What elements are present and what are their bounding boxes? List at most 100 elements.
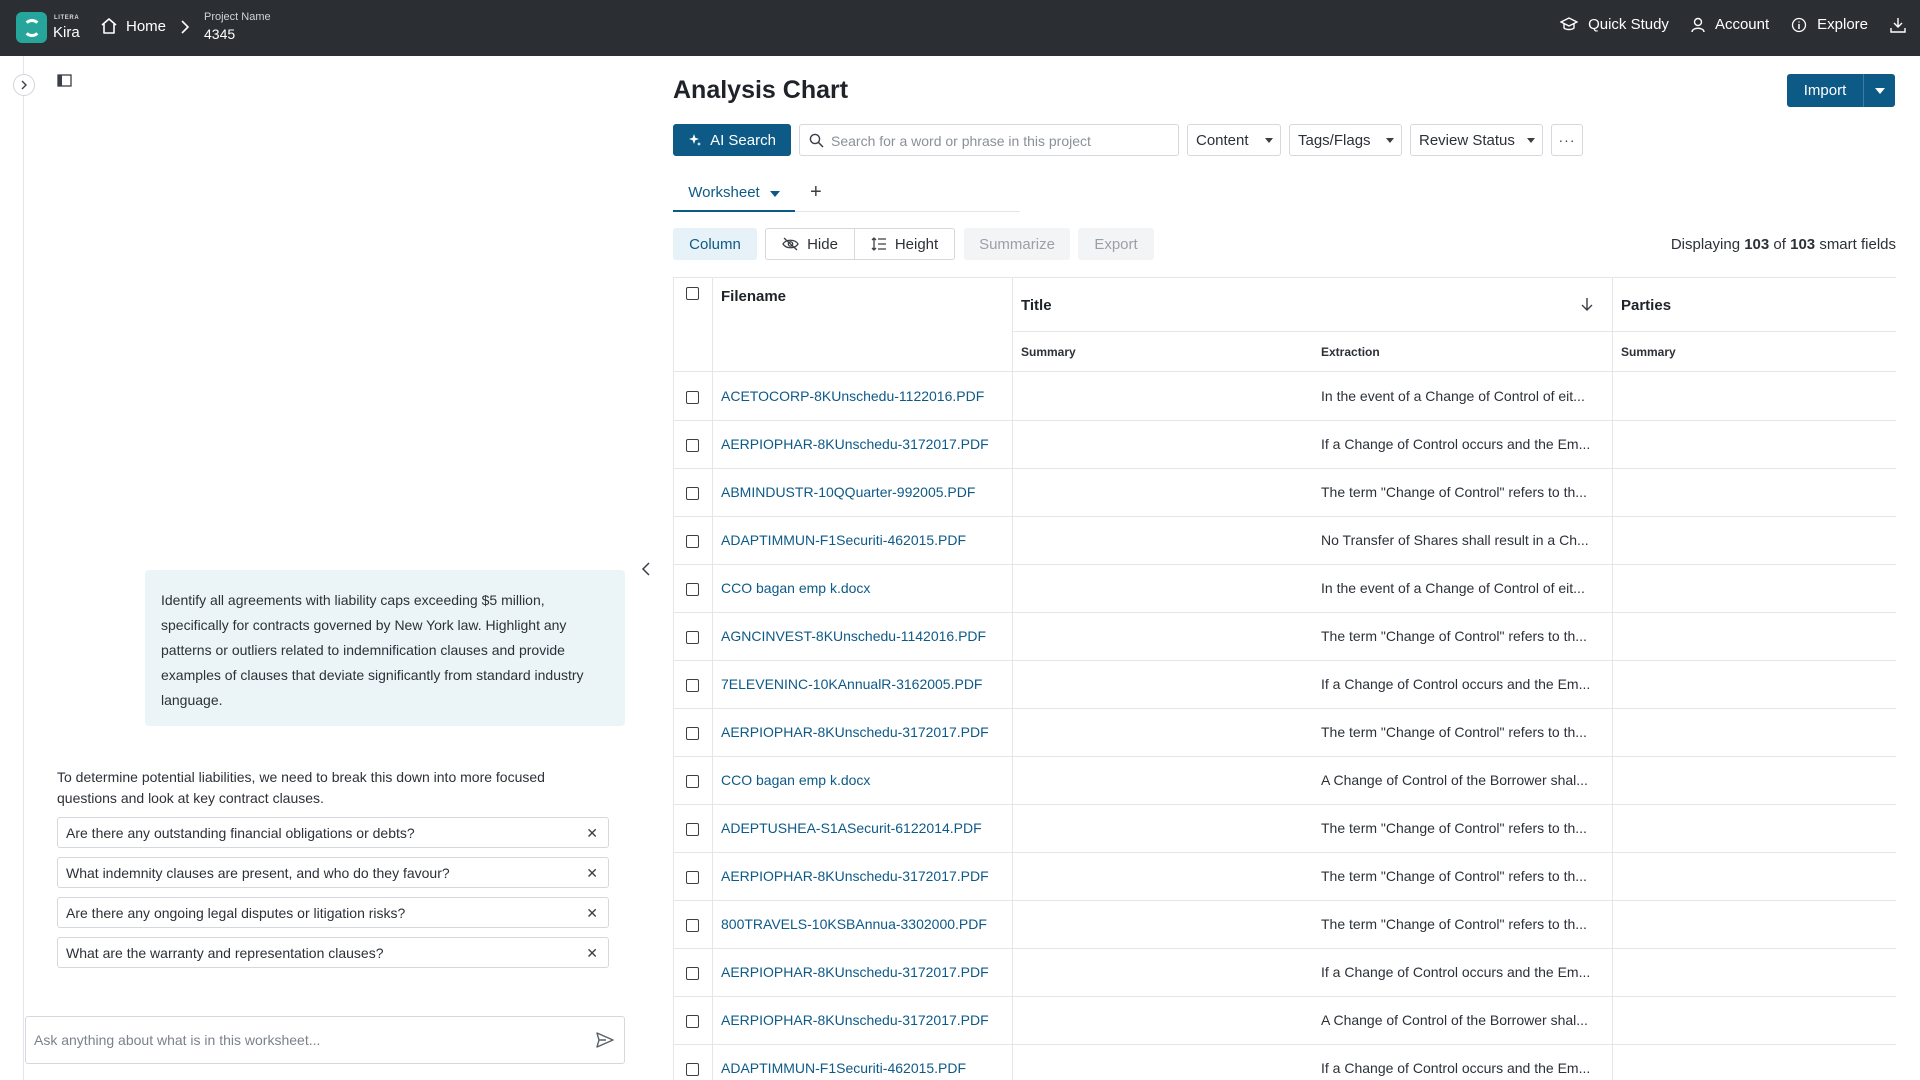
quick-study-link[interactable]: Quick Study <box>1560 16 1669 33</box>
suggested-question[interactable]: What are the warranty and representation… <box>57 937 609 968</box>
table-row[interactable]: AERPIOPHAR-8KUnschedu-3172017.PDF The ter… <box>673 709 1896 757</box>
table-header: Filename Title Parties Summary Extractio… <box>673 277 1896 372</box>
close-icon[interactable]: ✕ <box>586 865 598 882</box>
search-input[interactable] <box>831 131 1171 151</box>
table-row[interactable]: AERPIOPHAR-8KUnschedu-3172017.PDF A Chang… <box>673 997 1896 1045</box>
column-button[interactable]: Column <box>673 228 757 260</box>
table-row[interactable]: ADEPTUSHEA-S1ASecurit-6122014.PDF The ter… <box>673 805 1896 853</box>
row-checkbox[interactable] <box>686 631 699 644</box>
table-row[interactable]: 7ELEVENINC-10KAnnualR-3162005.PDF If a Ch… <box>673 661 1896 709</box>
page-title: Analysis Chart <box>673 76 849 104</box>
export-button[interactable]: Export <box>1078 228 1154 260</box>
table-row[interactable]: AERPIOPHAR-8KUnschedu-3172017.PDF If a Ch… <box>673 949 1896 997</box>
kira-logo-icon[interactable] <box>16 12 47 43</box>
row-checkbox[interactable] <box>686 535 699 548</box>
filename-link[interactable]: 800TRAVELS-10KSBAnnua-3302000.PDF <box>721 916 987 932</box>
column-header-title[interactable]: Title <box>1021 297 1052 314</box>
extraction-cell: The term "Change of Control" refers to t… <box>1321 916 1587 932</box>
more-options-button[interactable]: ··· <box>1551 124 1583 156</box>
table-row[interactable]: ADAPTIMMUN-F1Securiti-462015.PDF No Trans… <box>673 517 1896 565</box>
row-checkbox[interactable] <box>686 391 699 404</box>
project-value: 4345 <box>204 26 236 42</box>
filename-link[interactable]: ACETOCORP-8KUnschedu-1122016.PDF <box>721 388 984 404</box>
assistant-message: To determine potential liabilities, we n… <box>57 769 545 806</box>
table-row[interactable]: AGNCINVEST-8KUnschedu-1142016.PDF The ter… <box>673 613 1896 661</box>
table-row[interactable]: ACETOCORP-8KUnschedu-1122016.PDF In the e… <box>673 373 1896 421</box>
extraction-cell: No Transfer of Shares shall result in a … <box>1321 532 1589 548</box>
row-checkbox[interactable] <box>686 775 699 788</box>
filename-link[interactable]: CCO bagan emp k.docx <box>721 580 870 596</box>
home-link[interactable]: Home <box>100 17 166 35</box>
row-checkbox[interactable] <box>686 439 699 452</box>
download-icon[interactable] <box>1890 17 1906 33</box>
chat-input[interactable] <box>34 1029 574 1051</box>
hide-button[interactable]: Hide <box>766 229 855 259</box>
extraction-cell: The term "Change of Control" refers to t… <box>1321 724 1587 740</box>
height-button[interactable]: Height <box>855 229 954 259</box>
suggested-question[interactable]: What indemnity clauses are present, and … <box>57 857 609 888</box>
view-options-group: Hide Height <box>765 228 955 260</box>
filename-link[interactable]: AGNCINVEST-8KUnschedu-1142016.PDF <box>721 628 986 644</box>
caret-down-icon <box>769 191 780 197</box>
filename-link[interactable]: ADAPTIMMUN-F1Securiti-462015.PDF <box>721 532 966 548</box>
explore-link[interactable]: Explore <box>1791 16 1868 33</box>
table-border-left <box>673 277 674 1080</box>
table-row[interactable]: 800TRAVELS-10KSBAnnua-3302000.PDF The ter… <box>673 901 1896 949</box>
import-dropdown-button[interactable] <box>1864 74 1895 107</box>
sort-arrow-down-icon[interactable] <box>1581 297 1593 311</box>
filename-link[interactable]: AERPIOPHAR-8KUnschedu-3172017.PDF <box>721 724 989 740</box>
table-row[interactable]: ABMINDUSTR-10QQuarter-992005.PDF The term… <box>673 469 1896 517</box>
expand-rail-button[interactable] <box>13 74 35 96</box>
column-header-filename[interactable]: Filename <box>721 288 786 305</box>
select-all-checkbox[interactable] <box>686 287 699 300</box>
tags-flags-dropdown[interactable]: Tags/Flags <box>1289 124 1402 156</box>
row-checkbox[interactable] <box>686 919 699 932</box>
close-icon[interactable]: ✕ <box>586 945 598 962</box>
filename-link[interactable]: AERPIOPHAR-8KUnschedu-3172017.PDF <box>721 868 989 884</box>
collapse-panel-icon[interactable] <box>641 561 651 577</box>
sidebar-panel-icon[interactable] <box>57 74 72 87</box>
content-filter-dropdown[interactable]: Content <box>1187 124 1281 156</box>
row-checkbox[interactable] <box>686 1063 699 1076</box>
filename-link[interactable]: ADAPTIMMUN-F1Securiti-462015.PDF <box>721 1060 966 1076</box>
send-icon[interactable] <box>596 1031 614 1049</box>
filename-link[interactable]: AERPIOPHAR-8KUnschedu-3172017.PDF <box>721 964 989 980</box>
filename-link[interactable]: 7ELEVENINC-10KAnnualR-3162005.PDF <box>721 676 982 692</box>
filename-link[interactable]: ADEPTUSHEA-S1ASecurit-6122014.PDF <box>721 820 982 836</box>
tab-worksheet[interactable]: Worksheet <box>673 180 795 212</box>
breadcrumb-project[interactable]: Project Name 4345 <box>204 11 271 42</box>
sparkle-icon <box>689 134 702 146</box>
caret-down-icon <box>1386 138 1394 143</box>
table-row[interactable]: CCO bagan emp k.docx A Change of Control … <box>673 757 1896 805</box>
summarize-button[interactable]: Summarize <box>964 228 1070 260</box>
filename-link[interactable]: AERPIOPHAR-8KUnschedu-3172017.PDF <box>721 1012 989 1028</box>
row-checkbox[interactable] <box>686 871 699 884</box>
suggested-question[interactable]: Are there any ongoing legal disputes or … <box>57 897 609 928</box>
row-checkbox[interactable] <box>686 1015 699 1028</box>
close-icon[interactable]: ✕ <box>586 905 598 922</box>
row-checkbox[interactable] <box>686 967 699 980</box>
column-header-parties[interactable]: Parties <box>1621 297 1671 314</box>
import-button[interactable]: Import <box>1787 74 1864 107</box>
filename-link[interactable]: CCO bagan emp k.docx <box>721 772 870 788</box>
suggested-question[interactable]: Are there any outstanding financial obli… <box>57 817 609 848</box>
table-row[interactable]: AERPIOPHAR-8KUnschedu-3172017.PDF If a Ch… <box>673 421 1896 469</box>
displaying-prefix: Displaying <box>1670 236 1741 253</box>
close-icon[interactable]: ✕ <box>586 825 598 842</box>
row-checkbox[interactable] <box>686 823 699 836</box>
add-tab-button[interactable]: + <box>810 181 822 204</box>
row-checkbox[interactable] <box>686 583 699 596</box>
account-link[interactable]: Account <box>1691 16 1769 33</box>
row-checkbox[interactable] <box>686 727 699 740</box>
table-row[interactable]: AERPIOPHAR-8KUnschedu-3172017.PDF The ter… <box>673 853 1896 901</box>
account-label: Account <box>1714 16 1770 33</box>
review-status-dropdown[interactable]: Review Status <box>1410 124 1543 156</box>
chevron-right-icon <box>21 80 27 90</box>
table-row[interactable]: CCO bagan emp k.docx In the event of a Ch… <box>673 565 1896 613</box>
table-row[interactable]: ADAPTIMMUN-F1Securiti-462015.PDF If a Cha… <box>673 1045 1896 1080</box>
filename-link[interactable]: AERPIOPHAR-8KUnschedu-3172017.PDF <box>721 436 989 452</box>
row-checkbox[interactable] <box>686 679 699 692</box>
row-checkbox[interactable] <box>686 487 699 500</box>
filename-link[interactable]: ABMINDUSTR-10QQuarter-992005.PDF <box>721 484 975 500</box>
ai-search-button[interactable]: AI Search <box>673 124 791 156</box>
